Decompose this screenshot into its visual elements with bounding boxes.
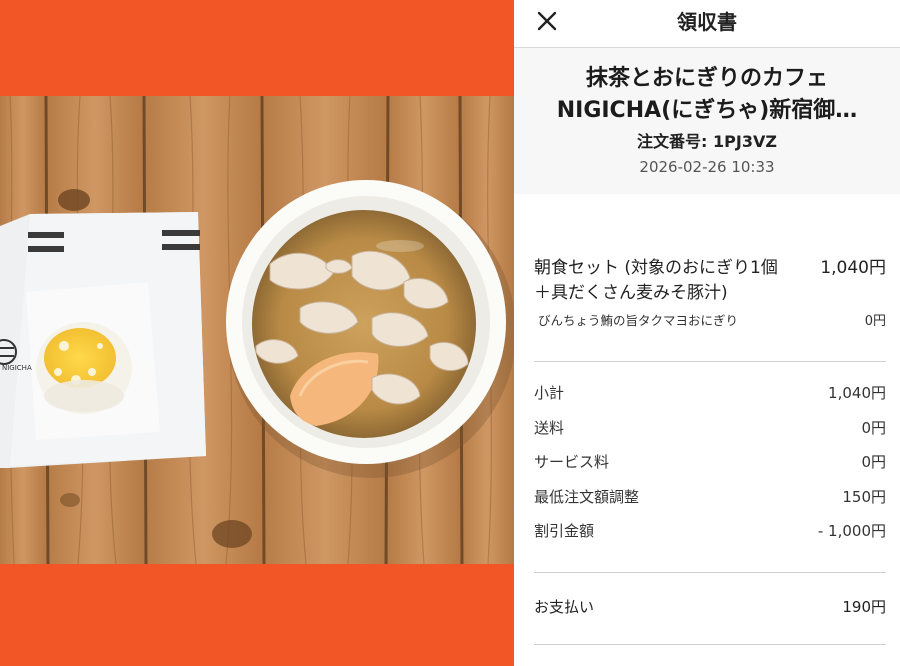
summary-label: 小計: [534, 384, 565, 402]
shop-name-line1: 抹茶とおにぎりのカフェ: [585, 66, 828, 91]
total-row: お支払い 190円: [534, 596, 886, 617]
divider: [534, 644, 886, 645]
summary-label: 送料: [534, 418, 565, 437]
shop-header: 抹茶とおにぎりのカフェ NIGICHA(にぎちゃ)新宿御… 注文番号: 1PJ3…: [514, 48, 900, 194]
receipt-panel: 領収書 抹茶とおにぎりのカフェ NIGICHA(にぎちゃ)新宿御… 注文番号: …: [514, 0, 900, 666]
summary-row-discount: 割引金額 - 1,000円: [534, 520, 886, 555]
item-option-price: 0円: [864, 314, 886, 329]
photo-panel: NIGICHA: [0, 0, 514, 666]
order-number: 注文番号: 1PJ3VZ: [637, 132, 777, 151]
summary-row-delivery-fee: 送料 0円: [534, 417, 886, 452]
summary-value: 0円: [861, 418, 886, 437]
order-item: 朝食セット (対象のおにぎり1個＋具だくさん麦みそ豚汁) 1,040円 びんちょ…: [534, 256, 886, 329]
page-title: 領収書: [677, 10, 737, 34]
divider: [534, 361, 886, 362]
total-label: お支払い: [534, 598, 595, 616]
total-value: 190円: [842, 598, 886, 616]
shop-name-line2: NIGICHA(にぎちゃ)新宿御…: [556, 98, 858, 123]
summary-row-minimum-adjust: 最低注文額調整 150円: [534, 486, 886, 521]
summary-label: 最低注文額調整: [534, 487, 640, 506]
summary-value: 0円: [861, 453, 886, 471]
item-name: 朝食セット (対象のおにぎり1個＋具だくさん麦みそ豚汁): [534, 258, 778, 303]
summary-label: 割引金額: [534, 522, 595, 540]
order-date: 2026-02-26 10:33: [639, 158, 775, 176]
summary-value: 1,040円: [828, 384, 886, 402]
summary-value: - 1,000円: [817, 522, 886, 540]
onigiri-bag: [0, 212, 206, 468]
summary-row-subtotal: 小計 1,040円: [534, 382, 886, 417]
receipt-top-bar: 領収書: [514, 0, 900, 48]
item-price: 1,040円: [820, 258, 886, 278]
price-summary: 小計 1,040円 送料 0円 サービス料 0円 最低注文額調整 150円 割引…: [534, 382, 886, 555]
food-photo: NIGICHA: [0, 96, 514, 564]
summary-row-service-fee: サービス料 0円: [534, 451, 886, 486]
divider: [534, 572, 886, 573]
bag-print: NIGICHA: [2, 364, 32, 372]
summary-value: 150円: [842, 487, 886, 506]
item-option-name: びんちょう鮪の旨タクマヨおにぎり: [538, 313, 739, 328]
summary-label: サービス料: [534, 453, 610, 471]
